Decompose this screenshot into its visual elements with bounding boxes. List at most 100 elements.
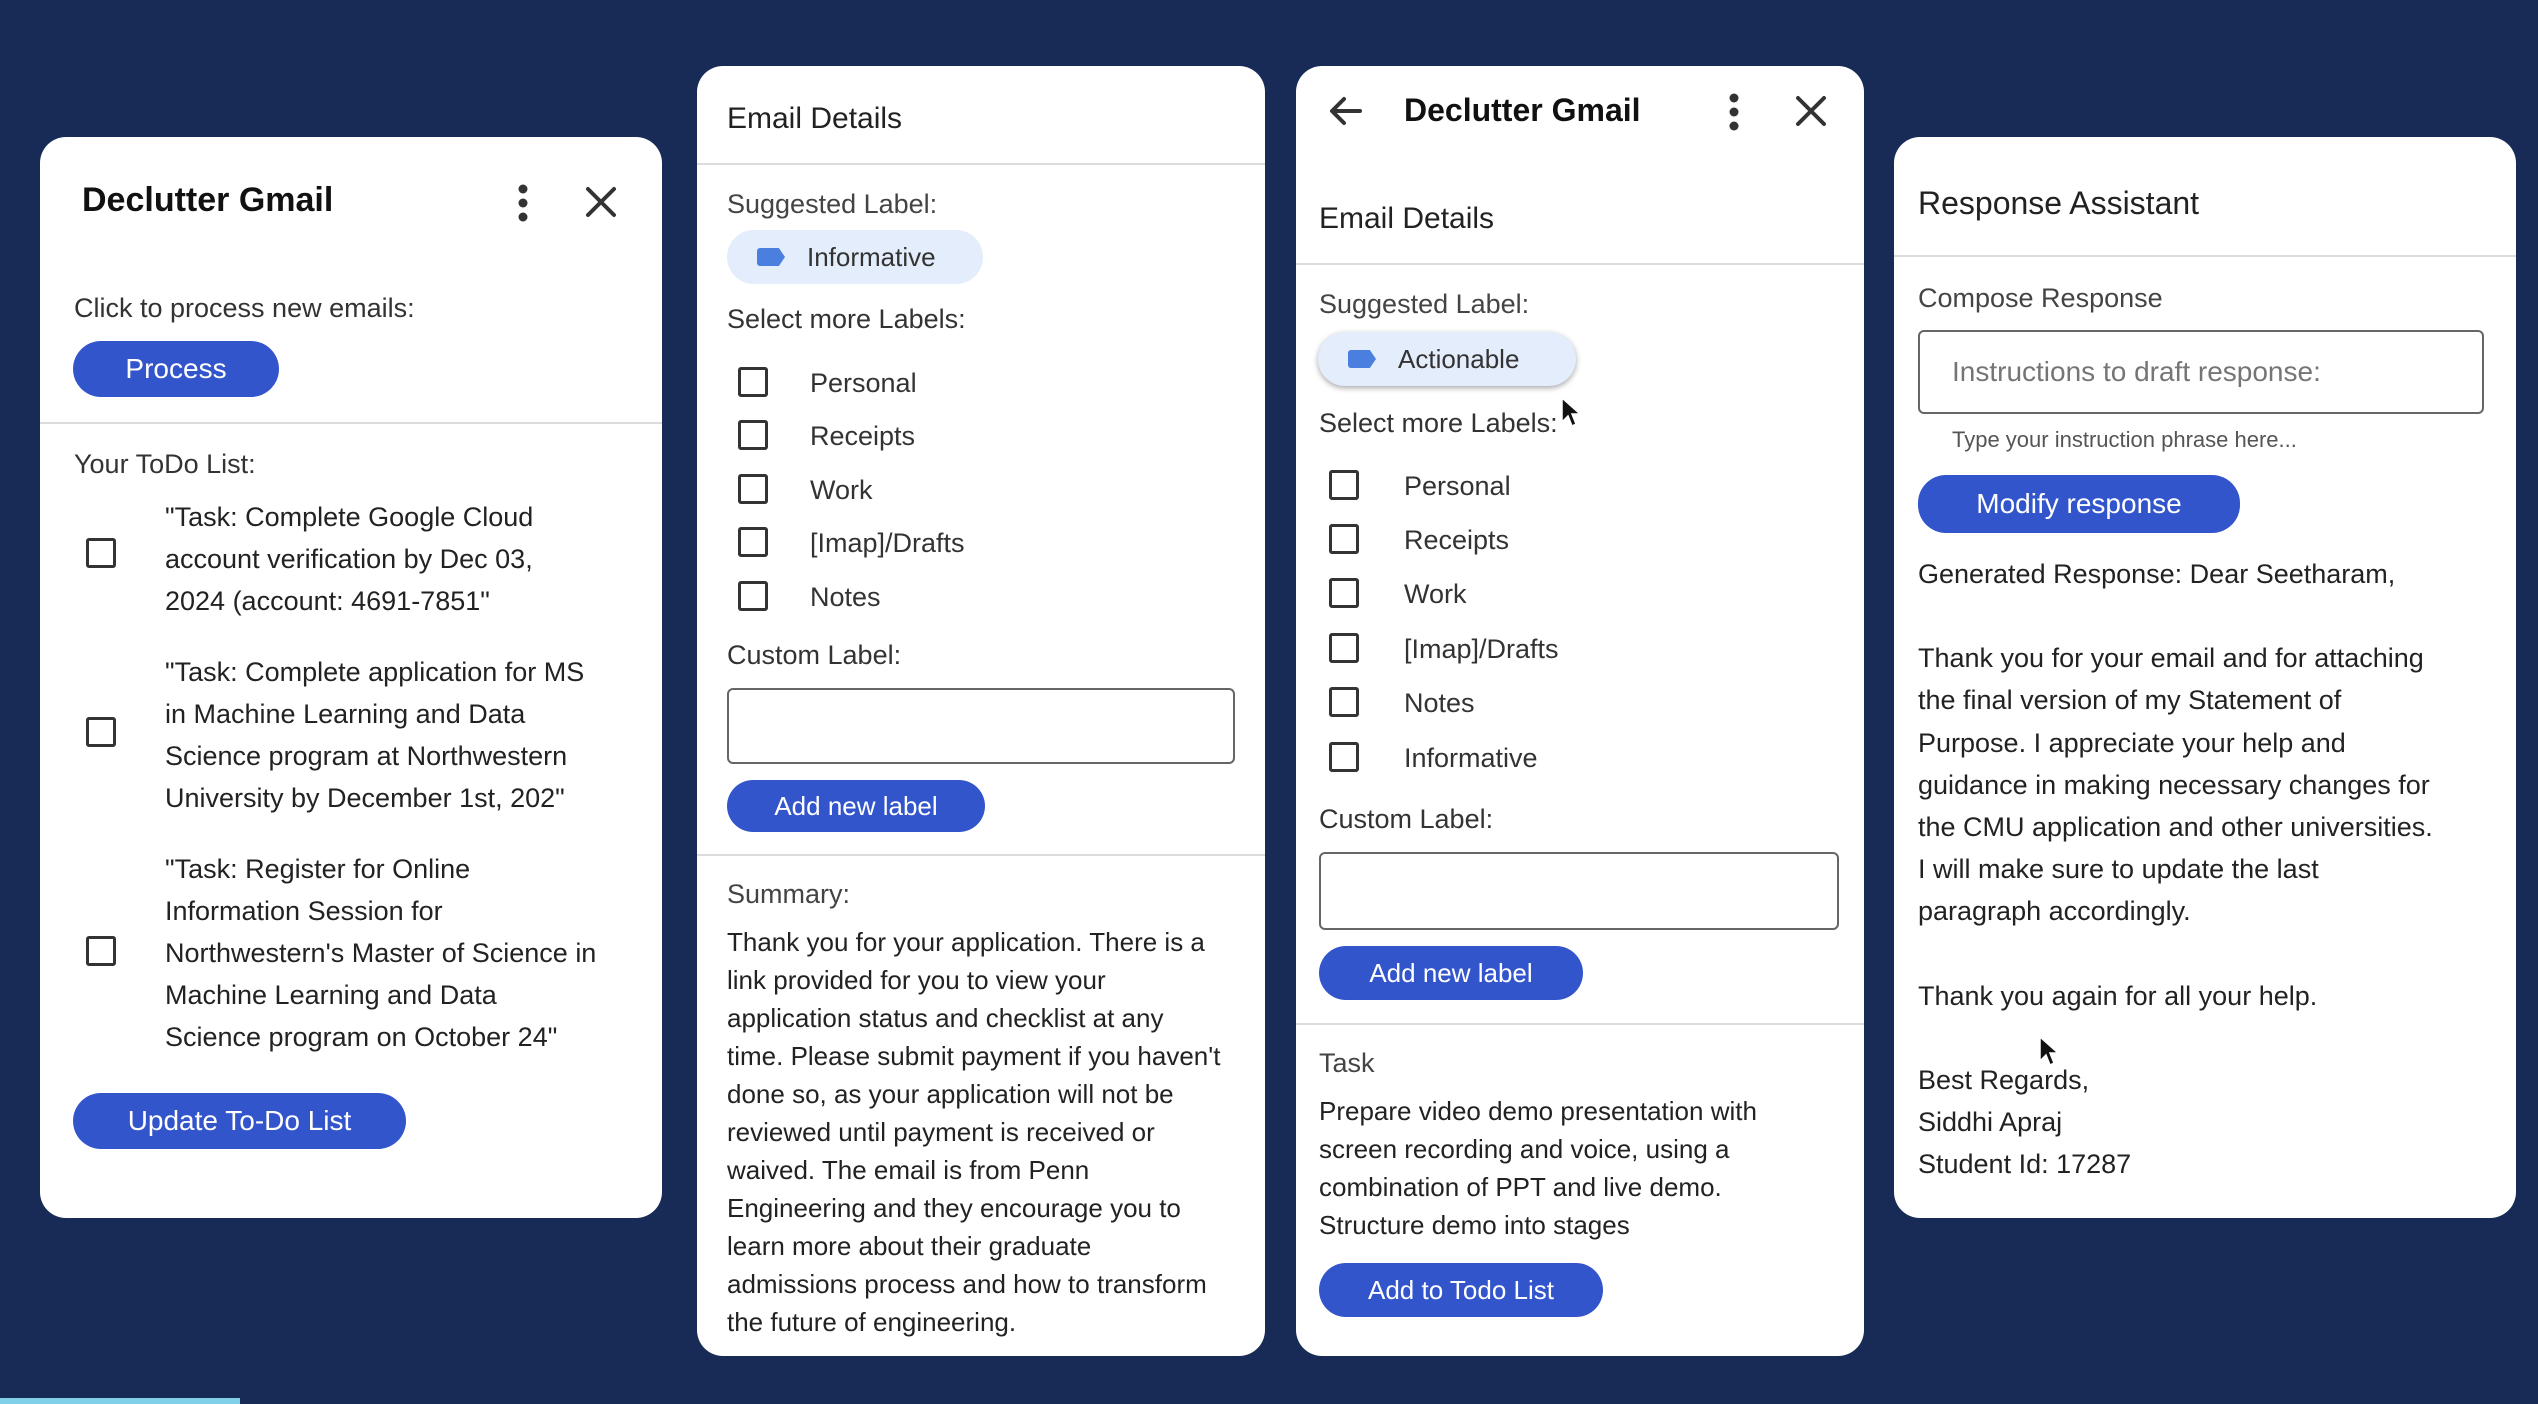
instruction-hint: Type your instruction phrase here...: [1952, 427, 2297, 452]
process-prompt: Click to process new emails:: [74, 293, 415, 323]
summary-line: the future of engineering.: [727, 1307, 1017, 1337]
summary-line: time. Please submit payment if you haven…: [727, 1041, 1221, 1071]
task-line: Prepare video demo presentation with: [1319, 1096, 1757, 1126]
divider: [697, 854, 1265, 856]
todo-text-line: account verification by Dec 03,: [165, 544, 533, 574]
label-option[interactable]: Work: [697, 467, 1265, 511]
select-more-heading: Select more Labels:: [1319, 408, 1558, 438]
label-option[interactable]: Receipts: [697, 413, 1265, 457]
label-checkbox[interactable]: [1329, 524, 1359, 554]
close-icon[interactable]: [584, 185, 618, 219]
response-line: Generated Response: Dear Seetharam,: [1918, 559, 2396, 589]
label-option-text: Work: [1404, 579, 1467, 609]
label-option[interactable]: [Imap]/Drafts: [1296, 625, 1864, 669]
summary-line: Engineering and they encourage you to: [727, 1193, 1181, 1223]
label-option[interactable]: Personal: [1296, 462, 1864, 506]
divider: [40, 422, 662, 424]
label-checkbox[interactable]: [1329, 687, 1359, 717]
instruction-input[interactable]: [1918, 330, 2484, 414]
label-option[interactable]: Notes: [697, 574, 1265, 618]
task-line: combination of PPT and live demo.: [1319, 1172, 1722, 1202]
modify-response-button[interactable]: Modify response: [1918, 475, 2240, 533]
label-checkbox[interactable]: [1329, 470, 1359, 500]
label-option[interactable]: Personal: [697, 360, 1265, 404]
mouse-cursor-icon: [2038, 1035, 2060, 1067]
add-new-label-button[interactable]: Add new label: [727, 780, 985, 832]
arrow-back-icon[interactable]: [1326, 91, 1366, 131]
task-line: screen recording and voice, using a: [1319, 1134, 1730, 1164]
chip-text: Informative: [807, 241, 936, 272]
suggested-label-heading: Suggested Label:: [727, 189, 938, 219]
summary-line: admissions process and how to transform: [727, 1269, 1207, 1299]
label-option[interactable]: [Imap]/Drafts: [697, 520, 1265, 564]
custom-label-input[interactable]: [727, 688, 1235, 764]
progress-strip: [0, 1398, 240, 1404]
label-checkbox[interactable]: [738, 527, 768, 557]
label-option[interactable]: Informative: [1296, 734, 1864, 778]
todo-text-line: Information Session for: [165, 896, 443, 926]
todo-text-line: "Task: Complete application for MS: [165, 657, 585, 687]
add-to-todo-button[interactable]: Add to Todo List: [1319, 1263, 1603, 1317]
label-option-text: Work: [810, 475, 873, 505]
todo-text-line: Machine Learning and Data: [165, 980, 497, 1010]
label-option-text: Receipts: [810, 421, 916, 451]
panel-title: Declutter Gmail: [1404, 92, 1641, 128]
todo-checkbox[interactable]: [86, 717, 116, 747]
close-icon[interactable]: [1794, 94, 1828, 128]
suggested-label-chip[interactable]: Actionable: [1318, 332, 1576, 386]
response-assistant-panel: Response Assistant Compose Response Type…: [1894, 137, 2516, 1218]
response-line: Siddhi Apraj: [1918, 1107, 2063, 1138]
label-checkbox[interactable]: [1329, 578, 1359, 608]
suggested-label-heading: Suggested Label:: [1319, 289, 1530, 319]
panel-title: Email Details: [727, 102, 903, 135]
todo-checkbox[interactable]: [86, 538, 116, 568]
todo-checkbox[interactable]: [86, 936, 116, 966]
response-line: Purpose. I appreciate your help and: [1918, 727, 2346, 758]
label-option-text: Personal: [810, 368, 917, 398]
label-option[interactable]: Notes: [1296, 679, 1864, 723]
todo-item: "Task: Complete Google Cloud account ver…: [40, 502, 662, 632]
add-new-label-button[interactable]: Add new label: [1319, 946, 1583, 1000]
process-button[interactable]: Process: [73, 341, 279, 397]
panel-subtitle: Email Details: [1319, 202, 1495, 235]
summary-heading: Summary:: [727, 879, 851, 909]
summary-line: waived. The email is from Penn: [727, 1155, 1090, 1185]
summary-line: learn more about their graduate: [727, 1231, 1092, 1261]
update-todo-button[interactable]: Update To-Do List: [73, 1093, 406, 1149]
more-vert-icon[interactable]: [508, 181, 538, 225]
custom-label-input[interactable]: [1319, 852, 1839, 930]
compose-heading: Compose Response: [1918, 283, 2163, 313]
summary-line: Thank you for your application. There is…: [727, 927, 1205, 957]
label-tag-icon: [1348, 350, 1376, 368]
label-checkbox[interactable]: [738, 367, 768, 397]
task-line: Structure demo into stages: [1319, 1210, 1630, 1240]
label-option[interactable]: Receipts: [1296, 516, 1864, 560]
todo-item: "Task: Complete application for MS in Ma…: [40, 657, 662, 827]
suggested-label-chip[interactable]: Informative: [727, 230, 983, 284]
label-checkbox[interactable]: [1329, 742, 1359, 772]
panel-title: Declutter Gmail: [82, 181, 334, 219]
more-vert-icon[interactable]: [1719, 90, 1749, 134]
todo-text-line: "Task: Complete Google Cloud: [165, 502, 534, 532]
response-line: the CMU application and other universiti…: [1918, 812, 2433, 843]
todo-text-line: in Machine Learning and Data: [165, 699, 526, 729]
summary-line: link provided for you to view your: [727, 965, 1106, 995]
divider: [1894, 255, 2516, 257]
label-option-text: Informative: [1404, 743, 1538, 773]
response-line: guidance in making necessary changes for: [1918, 769, 2430, 800]
response-line: Thank you again for all your help.: [1918, 980, 2318, 1011]
label-checkbox[interactable]: [738, 474, 768, 504]
divider: [697, 163, 1265, 165]
todo-text-line: Science program at Northwestern: [165, 741, 568, 771]
label-checkbox[interactable]: [738, 581, 768, 611]
response-line: paragraph accordingly.: [1918, 896, 2191, 927]
label-option[interactable]: Work: [1296, 570, 1864, 614]
label-option-text: Notes: [810, 582, 881, 612]
label-checkbox[interactable]: [1329, 633, 1359, 663]
label-option-text: Receipts: [1404, 525, 1510, 555]
label-option-text: [Imap]/Drafts: [1404, 634, 1559, 664]
label-checkbox[interactable]: [738, 420, 768, 450]
declutter-gmail-details-panel: Declutter Gmail Email Details Suggested …: [1296, 66, 1864, 1356]
task-text: Prepare video demo presentation with scr…: [1319, 1092, 1757, 1244]
todo-text-line: Science program on October 24": [165, 1022, 558, 1052]
